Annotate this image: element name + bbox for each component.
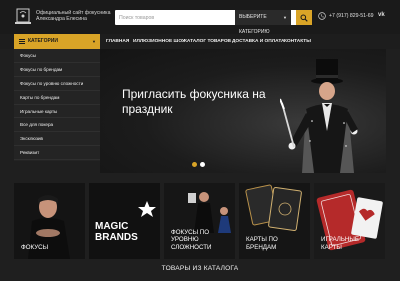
nav-link-contacts[interactable]: КОНТАКТЫ (284, 34, 311, 49)
search-input[interactable] (119, 10, 233, 25)
chevron-down-icon: ▼ (283, 15, 287, 20)
tile-difficulty[interactable]: ФОКУСЫ ПО УРОВНЮ СЛОЖНОСТИ (164, 183, 235, 259)
magic-hat-logo-icon[interactable] (14, 7, 32, 27)
category-tiles: ФОКУСЫ MAGIC BRANDS ФОКУСЫ ПО УРОВНЮ СЛО… (14, 183, 386, 259)
phone-icon (318, 12, 326, 20)
nav-link-catalog[interactable]: КАТАЛОГ ТОВАРОВ (184, 34, 231, 49)
sidebar-item-focusy[interactable]: Фокусы (14, 49, 100, 63)
search-button[interactable] (296, 10, 312, 25)
tile-magic-brands[interactable]: MAGIC BRANDS (89, 183, 160, 259)
sidebar-item-exclusive[interactable]: Эксклюзив (14, 132, 100, 147)
tile-cards-by-brand[interactable]: КАРТЫ ПО БРЕНДАМ (239, 183, 310, 259)
nav-link-home[interactable]: ГЛАВНАЯ (106, 34, 129, 49)
tile-focusy[interactable]: ФОКУСЫ (14, 183, 85, 259)
category-dropdown: Фокусы Фокусы по брендам Фокусы по уровн… (14, 49, 100, 161)
slider-dot-2[interactable] (200, 162, 205, 167)
tile-playing-cards-label: ИГРАЛЬНЫЕ КАРТЫ (321, 236, 359, 251)
search-category-select[interactable]: ВЫБЕРИТЕ КАТЕГОРИЮ ▼ (235, 10, 291, 35)
categories-button[interactable]: КАТЕГОРИИ ▼ (14, 34, 100, 49)
search-bar: ВЫБЕРИТЕ КАТЕГОРИЮ ▼ (115, 10, 312, 35)
site-title[interactable]: Официальный сайт фокусника Александра Ел… (36, 10, 114, 23)
nav-link-illusion-show[interactable]: ИЛЛЮЗИОННОЕ ШОУ (133, 34, 185, 49)
sidebar-item-props[interactable]: Реквизит (14, 146, 100, 161)
chevron-down-icon: ▼ (92, 39, 96, 44)
slider-dot-1[interactable] (192, 162, 197, 167)
tile-difficulty-label: ФОКУСЫ ПО УРОВНЮ СЛОЖНОСТИ (171, 228, 212, 251)
sidebar-item-playing-cards[interactable]: Игральные карты (14, 105, 100, 119)
magician-image (280, 59, 358, 173)
sidebar-item-poker[interactable]: Все для покера (14, 118, 100, 133)
tile-playing-cards[interactable]: ИГРАЛЬНЫЕ КАРТЫ (314, 183, 385, 259)
search-icon (300, 14, 308, 22)
nav-link-delivery[interactable]: ДОСТАВКА И ОПЛАТА (232, 34, 284, 49)
phone-number[interactable]: +7 (917) 829-51-69 (329, 13, 374, 19)
search-category-label: ВЫБЕРИТЕ КАТЕГОРИЮ (239, 14, 270, 35)
menu-icon (19, 39, 25, 44)
categories-label: КАТЕГОРИИ (28, 38, 58, 44)
sidebar-item-cards-by-brand[interactable]: Карты по брендам (14, 91, 100, 105)
hero-title: Пригласить фокусника на праздник (122, 87, 266, 116)
tile-magic-brands-label: MAGIC BRANDS (95, 221, 138, 243)
site-header: Официальный сайт фокусника Александра Ел… (0, 0, 400, 35)
tile-focusy-label: ФОКУСЫ (21, 243, 49, 251)
section-title: ТОВАРЫ ИЗ КАТАЛОГА (161, 265, 239, 272)
hero-slider[interactable]: Пригласить фокусника на праздник (100, 49, 386, 173)
sidebar-item-by-difficulty[interactable]: Фокусы по уровню сложности (14, 77, 100, 91)
sidebar-item-by-brand[interactable]: Фокусы по брендам (14, 63, 100, 77)
vk-social-icon[interactable]: vk (378, 12, 385, 18)
tile-cards-by-brand-label: КАРТЫ ПО БРЕНДАМ (246, 236, 278, 251)
main-navigation: КАТЕГОРИИ ▼ ГЛАВНАЯ ИЛЛЮЗИОННОЕ ШОУ КАТА… (0, 34, 400, 49)
